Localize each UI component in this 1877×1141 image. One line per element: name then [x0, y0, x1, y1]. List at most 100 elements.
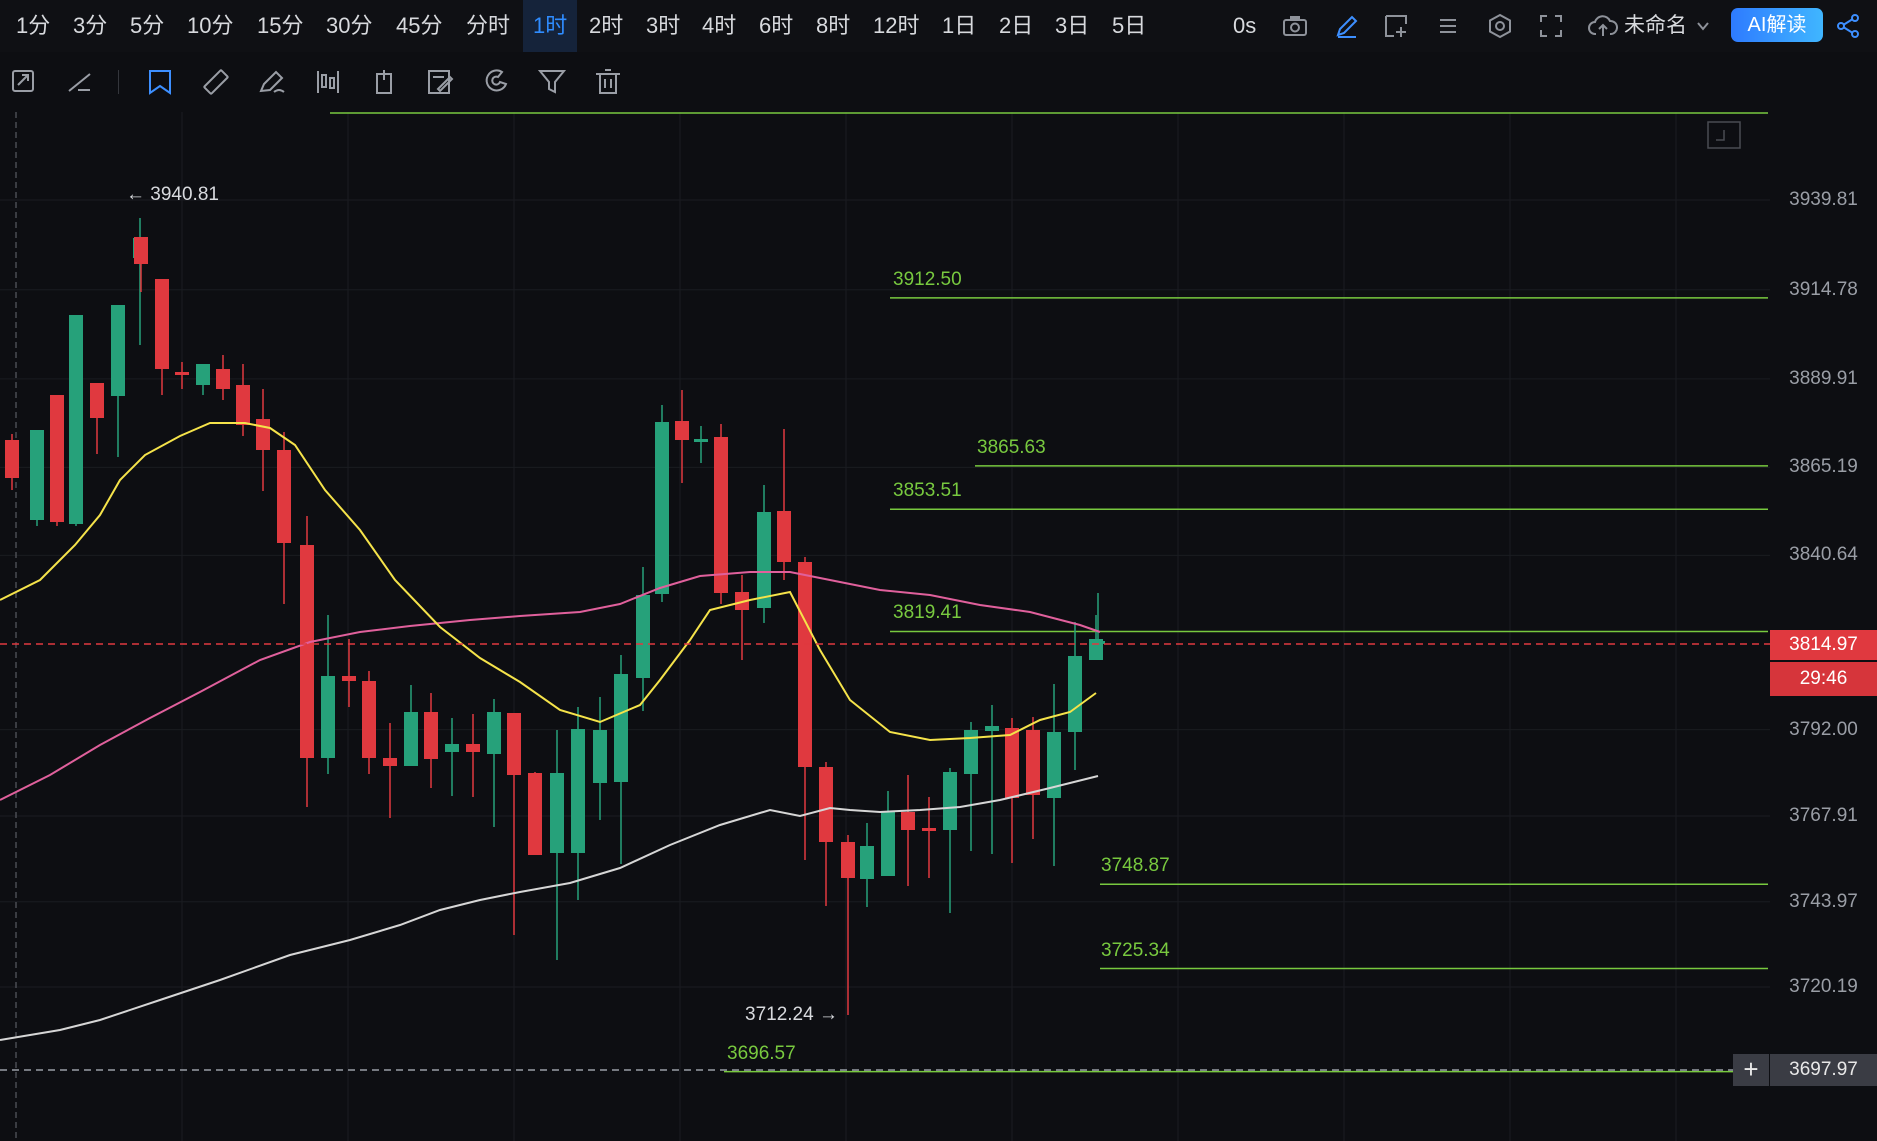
candle-body [1068, 656, 1082, 732]
candle-body [798, 562, 812, 767]
timeframe-tab[interactable]: 1日 [942, 0, 976, 52]
price-chart[interactable] [0, 112, 1877, 1141]
timeframe-tab[interactable]: 4时 [702, 0, 736, 52]
ruler-icon[interactable] [200, 66, 232, 98]
candle-body [383, 758, 397, 766]
candle-body [196, 364, 210, 385]
price-axis-label: 3720.19 [1789, 976, 1858, 997]
brush-icon[interactable] [256, 66, 288, 98]
candle-body [614, 674, 628, 782]
candle-body [466, 744, 480, 752]
layout-name: 未命名 [1624, 14, 1687, 37]
candle-body [5, 440, 19, 478]
timeframe-tab[interactable]: 10分 [187, 0, 233, 52]
candle-body [714, 437, 728, 593]
candle-body [90, 383, 104, 418]
top-bar: 1分 3分 5分 10分 15分 30分 45分 分时 1时 2时 3时 4时 6时 8时 12时 1日 2日 3… [0, 0, 1877, 52]
line-tool-icon[interactable] [64, 66, 96, 98]
candle-body [943, 772, 957, 830]
list-icon[interactable] [1434, 12, 1462, 40]
timeframe-tab[interactable]: 3分 [73, 0, 107, 52]
candle-body [50, 395, 64, 522]
timeframe-tab[interactable]: 15分 [257, 0, 303, 52]
candle-body [256, 419, 270, 450]
timeframe-tab[interactable]: 1分 [16, 0, 50, 52]
crosshair-add-button[interactable]: + [1733, 1054, 1769, 1086]
candle-body [841, 842, 855, 878]
candle-body [922, 828, 936, 831]
note-icon[interactable] [424, 66, 456, 98]
screen-select-icon[interactable] [1382, 12, 1410, 40]
candle-body [30, 430, 44, 520]
timeframe-tab[interactable]: 3时 [646, 0, 680, 52]
price-axis-label: 3840.64 [1789, 544, 1858, 566]
candle-body [881, 812, 895, 876]
fullscreen-icon[interactable] [1537, 12, 1565, 40]
level-label: 3696.57 [727, 1042, 796, 1064]
candle-body [1026, 730, 1040, 795]
settings-icon[interactable] [1486, 12, 1514, 40]
countdown-seconds[interactable]: 0s [1233, 0, 1256, 52]
toolbar-divider [118, 70, 119, 94]
timeframe-tab[interactable]: 2时 [589, 0, 623, 52]
low-marker: 3712.24 → [745, 1004, 838, 1025]
candle-body [655, 422, 669, 594]
level-label: 3912.50 [893, 268, 962, 290]
timeframe-tab[interactable]: 8时 [816, 0, 850, 52]
cloud-icon [1588, 15, 1618, 36]
timeframe-tab[interactable]: 5日 [1112, 0, 1146, 52]
candle-body [1005, 728, 1019, 798]
trash-icon[interactable] [592, 66, 624, 98]
camera-icon[interactable] [1281, 12, 1309, 40]
candle-body [362, 681, 376, 758]
pen-icon[interactable] [1333, 12, 1361, 40]
candle-body [901, 812, 915, 830]
candle-body [300, 545, 314, 758]
timeframe-tab[interactable]: 12时 [873, 0, 919, 52]
rectangle-tool-icon[interactable] [144, 66, 176, 98]
candle-body [236, 385, 250, 425]
copy-icon[interactable] [368, 66, 400, 98]
price-axis-label: 3743.97 [1789, 890, 1858, 912]
candle-body [757, 512, 771, 608]
price-axis-label: 3865.19 [1789, 456, 1858, 478]
share-icon[interactable] [1834, 12, 1862, 40]
candle-body [860, 846, 874, 879]
fib-levels [724, 297, 1768, 1073]
timeframe-tab[interactable]: 5分 [130, 0, 164, 52]
candle-body [321, 676, 335, 758]
candle-body [777, 511, 791, 562]
candle-body [593, 730, 607, 783]
candle-body [819, 767, 833, 842]
candle-body [445, 744, 459, 752]
magnet-icon[interactable] [480, 66, 512, 98]
ai-analysis-button[interactable]: AI解读 [1731, 8, 1823, 42]
sync-icon[interactable] [8, 66, 40, 98]
candle-body [155, 279, 169, 369]
candle-body [507, 713, 521, 775]
candle-body [675, 421, 689, 440]
candle-body [528, 773, 542, 855]
level-label: 3725.34 [1101, 939, 1170, 961]
timeframe-tab[interactable]: 30分 [326, 0, 372, 52]
candle-body [550, 773, 564, 853]
timeframe-tab[interactable]: 3日 [1055, 0, 1089, 52]
timeframe-tab[interactable]: 1时 [523, 0, 578, 52]
candle-body [111, 305, 125, 396]
timeframe-tab[interactable]: 45分 [396, 0, 442, 52]
filter-icon[interactable] [536, 66, 568, 98]
ma-short-line [0, 422, 1097, 742]
candle-body [571, 729, 585, 853]
candle-body [636, 595, 650, 678]
timeframe-tab[interactable]: 分时 [466, 0, 510, 52]
candle-body [404, 712, 418, 766]
timeframe-tab[interactable]: 6时 [759, 0, 793, 52]
timeframe-tab[interactable]: 2日 [999, 0, 1033, 52]
crosshair-price-box: 3697.97 [1770, 1054, 1877, 1086]
candle-body [216, 369, 230, 389]
price-axis-label: 3914.78 [1789, 278, 1858, 300]
pattern-icon[interactable] [312, 66, 344, 98]
current-price-box: 3814.97 [1770, 630, 1877, 660]
chart-grid [0, 112, 1770, 1141]
price-axis-label: 3792.00 [1789, 718, 1858, 740]
